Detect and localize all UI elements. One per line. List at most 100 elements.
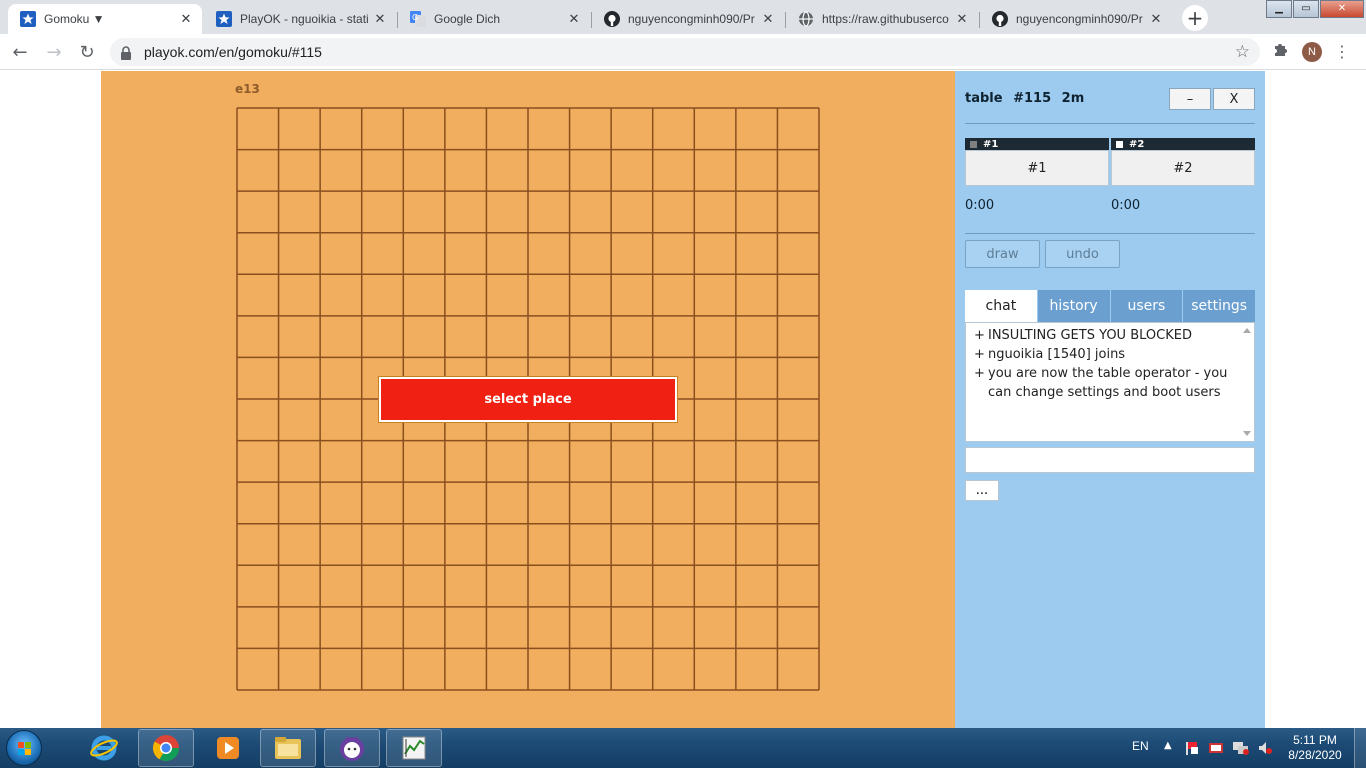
window-close-button[interactable]: ✕ [1320,0,1364,18]
chart-app-taskbar-icon[interactable] [386,729,442,767]
draw-button[interactable]: draw [965,240,1040,268]
reload-icon: ↻ [79,41,95,63]
star-icon [20,11,36,27]
chrome-taskbar-icon[interactable] [138,729,194,767]
close-icon[interactable]: ✕ [954,11,970,27]
browser-toolbar: ← → ↻ playok.com/en/gomoku/#115 ☆ N ⋮ [0,34,1366,70]
chat-input[interactable] [965,447,1255,473]
browser-tab-playok-stats[interactable]: PlayOK - nguoikia - stati ✕ [204,4,396,34]
table-title: table #115 2m [965,91,1085,106]
windows-logo-icon [18,742,31,755]
chat-message: + nguoikia [1540] joins [974,347,1126,362]
page-content: e13 select place table #115 2m – X #1 #1… [0,71,1366,728]
close-icon[interactable]: ✕ [372,11,388,27]
show-hidden-icons-button[interactable]: ▲ [1164,740,1172,751]
back-button[interactable]: ← [8,40,32,64]
seat-header-label: #1 [983,138,999,150]
reload-button[interactable]: ↻ [75,40,99,64]
arrow-right-icon: → [46,41,62,63]
network-icon[interactable] [1232,740,1250,760]
tab-title: Gomoku ▼ [44,12,105,26]
player-seat-header: #1 [965,138,1109,150]
input-language[interactable]: EN [1132,739,1149,753]
browser-tab-github-2[interactable]: nguyencongminh090/Pr ✕ [980,4,1172,34]
volume-muted-icon[interactable] [1257,740,1273,760]
close-icon[interactable]: ✕ [1148,11,1164,27]
taskbar-clock[interactable]: 5:11 PM 8/28/2020 [1286,733,1344,763]
lock-icon [120,45,134,60]
tab-title: PlayOK - nguoikia - stati [240,12,369,26]
stone-color-square-icon [1116,140,1123,148]
seat-header-label: #2 [1129,138,1145,150]
scroll-up-arrow-icon[interactable] [1243,328,1251,333]
close-icon[interactable]: ✕ [566,11,582,27]
seat-button-2[interactable]: #2 [1111,150,1255,186]
browser-menu-icon[interactable]: ⋮ [1332,42,1352,62]
tab-title: Google Dich [434,12,501,26]
close-icon[interactable]: ✕ [760,11,776,27]
cat-app-taskbar-icon[interactable] [324,729,380,767]
chat-log[interactable]: + INSULTING GETS YOU BLOCKED + nguoikia … [965,322,1255,442]
security-shield-icon[interactable] [1208,740,1224,760]
player-seat-2: #2 #2 0:00 [1111,138,1255,213]
media-player-taskbar-icon[interactable] [200,729,256,767]
google-translate-icon: G [410,11,426,27]
browser-tab-bar: Gomoku ▼ ✕ PlayOK - nguoikia - stati ✕ G… [0,0,1366,34]
player-clock-1: 0:00 [965,198,995,213]
tab-chat[interactable]: chat [965,290,1037,322]
github-icon [604,11,620,27]
tab-title: nguyencongminh090/Pr [628,12,755,26]
plus-icon: + [1186,6,1204,30]
seat-button-1[interactable]: #1 [965,150,1109,186]
undo-button[interactable]: undo [1045,240,1120,268]
browser-tab-github-1[interactable]: nguyencongminh090/Pr ✕ [592,4,784,34]
extensions-puzzle-icon[interactable] [1270,42,1290,62]
action-center-flag-icon[interactable] [1184,740,1200,760]
player-seat-header: #2 [1111,138,1255,150]
start-button[interactable] [6,730,42,766]
stone-color-square-icon [970,140,977,148]
file-explorer-taskbar-icon[interactable] [260,729,316,767]
chat-scrollbar[interactable] [1240,323,1254,441]
tab-users[interactable]: users [1110,290,1183,322]
address-bar[interactable]: playok.com/en/gomoku/#115 ☆ [110,38,1260,66]
coordinate-label: e13 [235,82,260,96]
browser-tab-raw-github[interactable]: https://raw.githubuserco ✕ [786,4,978,34]
tab-title: https://raw.githubuserco [822,12,949,26]
window-minimize-button[interactable]: ▁ [1266,0,1292,18]
star-icon [216,11,232,27]
more-options-button[interactable]: ... [965,480,999,501]
tab-history[interactable]: history [1037,290,1110,322]
close-table-button[interactable]: X [1213,88,1255,110]
select-place-button[interactable]: select place [378,376,678,423]
chat-message: + you are now the table operator - you c… [974,366,1228,400]
svg-text:G: G [412,13,418,22]
browser-tab-gomoku[interactable]: Gomoku ▼ ✕ [8,4,202,34]
minimize-table-button[interactable]: – [1169,88,1211,110]
arrow-left-icon: ← [12,41,28,63]
scroll-down-arrow-icon[interactable] [1243,431,1251,436]
clock-time: 5:11 PM [1293,733,1337,747]
url-text: playok.com/en/gomoku/#115 [144,44,322,60]
bookmark-star-icon[interactable]: ☆ [1235,42,1250,62]
divider [965,233,1255,234]
game-board-area: e13 select place [101,71,955,728]
globe-icon [798,11,814,27]
new-tab-button[interactable]: + [1182,5,1208,31]
chat-message: + INSULTING GETS YOU BLOCKED [974,328,1192,343]
profile-avatar[interactable]: N [1302,42,1322,62]
github-icon [992,11,1008,27]
internet-explorer-taskbar-icon[interactable] [76,729,132,767]
show-desktop-button[interactable] [1354,728,1366,768]
close-icon[interactable]: ✕ [178,11,194,27]
panel-tabs: chat history users settings [965,290,1255,322]
table-side-panel: table #115 2m – X #1 #1 0:00 #2 #2 0:00 … [955,71,1265,728]
window-controls: ▁ ▭ ✕ [1265,0,1364,20]
window-maximize-button[interactable]: ▭ [1293,0,1319,18]
player-seat-1: #1 #1 0:00 [965,138,1109,213]
tab-settings[interactable]: settings [1183,290,1255,322]
player-clock-2: 0:00 [1111,198,1141,213]
windows-taskbar: EN ▲ 5:11 PM 8/28/2020 [0,728,1366,768]
forward-button[interactable]: → [42,40,66,64]
browser-tab-google-dich[interactable]: G Google Dich ✕ [398,4,590,34]
